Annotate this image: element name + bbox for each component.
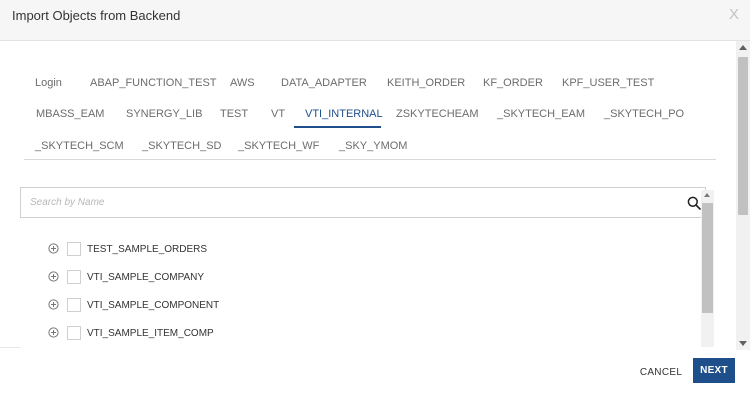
tab-login[interactable]: Login xyxy=(35,76,62,90)
tab-keith-order[interactable]: KEITH_ORDER xyxy=(387,76,465,90)
tab-skytech-wf[interactable]: _SKYTECH_WF xyxy=(238,139,319,153)
dialog-header: Import Objects from Backend X xyxy=(0,0,750,41)
tab-kf-order[interactable]: KF_ORDER xyxy=(483,76,543,90)
expand-plus-icon[interactable] xyxy=(48,243,59,254)
scroll-up-arrow[interactable] xyxy=(739,45,747,50)
object-checkbox[interactable] xyxy=(67,326,81,340)
cancel-button[interactable]: CANCEL xyxy=(634,362,688,384)
search-icon[interactable] xyxy=(687,196,701,210)
tab-vt[interactable]: VT xyxy=(271,107,285,121)
search-input[interactable] xyxy=(21,188,681,217)
footer-divider xyxy=(0,347,20,348)
tab-skytech-sd[interactable]: _SKYTECH_SD xyxy=(142,139,221,153)
object-list-scrollbar[interactable] xyxy=(701,190,714,347)
scrollbar-thumb[interactable] xyxy=(738,57,748,215)
tab-synergy-lib[interactable]: SYNERGY_LIB xyxy=(126,107,202,121)
object-checkbox[interactable] xyxy=(67,270,81,284)
list-item: VTI_SAMPLE_ITEM_COMP xyxy=(48,325,648,343)
list-item: TEST_SAMPLE_ORDERS xyxy=(48,241,648,259)
dialog-title: Import Objects from Backend xyxy=(12,8,181,23)
object-name: TEST_SAMPLE_ORDERS xyxy=(87,244,208,255)
object-name: VTI_SAMPLE_ITEM_COMP xyxy=(87,328,214,339)
tab-vti-internal[interactable]: VTI_INTERNAL xyxy=(305,107,383,121)
tab-mbass-eam[interactable]: MBASS_EAM xyxy=(36,107,104,121)
tab-skytech-eam[interactable]: _SKYTECH_EAM xyxy=(497,107,585,121)
scroll-down-arrow[interactable] xyxy=(739,341,747,346)
tab-zskytecheam[interactable]: ZSKYTECHEAM xyxy=(396,107,479,121)
expand-plus-icon[interactable] xyxy=(48,327,59,338)
tab-skytech-po[interactable]: _SKYTECH_PO xyxy=(604,107,684,121)
tab-kpf-user-test[interactable]: KPF_USER_TEST xyxy=(562,76,654,90)
expand-plus-icon[interactable] xyxy=(48,271,59,282)
list-scrollbar-thumb[interactable] xyxy=(702,203,713,313)
object-checkbox[interactable] xyxy=(67,298,81,312)
tab-aws[interactable]: AWS xyxy=(230,76,255,90)
tab-abap-function-test[interactable]: ABAP_FUNCTION_TEST xyxy=(90,76,217,90)
list-item: VTI_SAMPLE_COMPONENT xyxy=(48,297,648,315)
list-item: VTI_SAMPLE_COMPANY xyxy=(48,269,648,287)
tab-skytech-scm[interactable]: _SKYTECH_SCM xyxy=(35,139,124,153)
object-checkbox[interactable] xyxy=(67,242,81,256)
tab-data-adapter[interactable]: DATA_ADAPTER xyxy=(281,76,367,90)
list-scroll-up-arrow[interactable] xyxy=(704,193,710,197)
backend-tabs: Login ABAP_FUNCTION_TEST AWS DATA_ADAPTE… xyxy=(24,62,716,160)
tab-sky-ymom[interactable]: _SKY_YMOM xyxy=(339,139,407,153)
search-box xyxy=(20,187,706,218)
active-tab-indicator xyxy=(294,126,381,128)
dialog-scrollbar[interactable] xyxy=(736,41,750,350)
object-name: VTI_SAMPLE_COMPONENT xyxy=(87,300,220,311)
object-name: VTI_SAMPLE_COMPANY xyxy=(87,272,205,283)
expand-plus-icon[interactable] xyxy=(48,299,59,310)
close-icon[interactable]: X xyxy=(729,6,739,24)
next-button[interactable]: NEXT xyxy=(693,358,735,383)
tab-test[interactable]: TEST xyxy=(220,107,248,121)
